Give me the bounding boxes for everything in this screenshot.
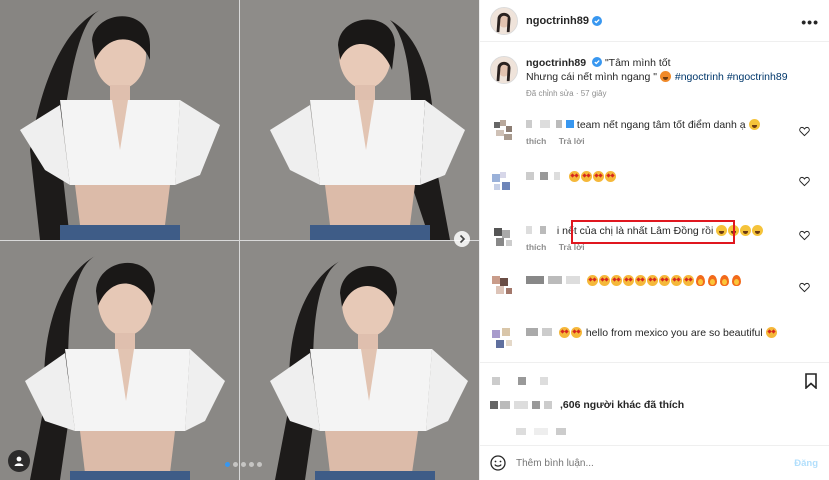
liker-avatars <box>490 401 552 409</box>
highlight-annotation <box>571 220 735 244</box>
likes-summary[interactable]: ,606 người khác đã thích <box>490 399 820 411</box>
caption-line-1: "Tâm mình tốt <box>604 57 671 69</box>
edited-timestamp: Đã chỉnh sửa · 57 giây <box>526 89 607 98</box>
comment-body <box>526 170 820 184</box>
avatar[interactable] <box>490 224 516 250</box>
emoji <box>748 119 760 130</box>
emoji <box>740 225 752 236</box>
comment-like-button[interactable]: thích <box>526 242 546 252</box>
blurred-username <box>526 276 580 284</box>
emoji <box>634 275 646 286</box>
post-comment-button[interactable]: Đăng <box>794 458 818 469</box>
emoji <box>707 275 718 286</box>
emoji <box>646 275 658 286</box>
emoji <box>622 275 634 286</box>
post-photo-2[interactable] <box>240 0 479 240</box>
post-header: ngoctrinh89 ••• <box>480 0 829 42</box>
post-photo-1[interactable] <box>0 0 239 240</box>
avatar[interactable] <box>490 56 518 84</box>
comment-like-button[interactable]: thích <box>526 136 546 146</box>
carousel-dot <box>249 462 254 467</box>
comment-item: hello from mexico you are so beautiful <box>490 326 820 348</box>
emoji <box>719 275 730 286</box>
blurred-username <box>526 328 552 336</box>
caption-line-2: Nhưng cái nết mình ngang " <box>526 71 658 83</box>
hashtag-link[interactable]: #ngoctrinh <box>675 71 724 83</box>
chevron-right-icon <box>459 234 466 244</box>
comment-actions: thích Trả lời <box>526 136 820 146</box>
avatar[interactable] <box>490 170 516 196</box>
post-footer: ,606 người khác đã thích Đăng <box>480 362 829 472</box>
bookmark-icon[interactable] <box>804 373 818 389</box>
comment-item: team nết ngang tâm tốt điểm danh ạ thích… <box>490 118 820 146</box>
carousel-dot <box>233 462 238 467</box>
comment-body: team nết ngang tâm tốt điểm danh ạ <box>526 118 820 132</box>
avatar[interactable] <box>490 326 516 352</box>
emoji <box>568 171 580 182</box>
angry-face-emoji <box>659 71 671 82</box>
avatar[interactable] <box>490 6 518 35</box>
comment-item <box>490 274 820 294</box>
comment-body: hello from mexico you are so beautiful <box>526 326 820 340</box>
heart-icon[interactable] <box>799 230 810 241</box>
carousel-dot <box>257 462 262 467</box>
verified-icon <box>591 15 602 26</box>
avatar[interactable] <box>490 118 516 144</box>
more-icon[interactable]: ••• <box>801 14 819 30</box>
heart-icon[interactable] <box>799 126 810 137</box>
emoji <box>682 275 694 286</box>
smile-icon[interactable] <box>490 455 506 471</box>
user-tag-icon <box>14 456 24 466</box>
heart-icon[interactable] <box>799 282 810 293</box>
carousel-indicator <box>225 462 262 467</box>
post-photo-4[interactable] <box>240 241 479 480</box>
comment-input[interactable] <box>516 454 766 472</box>
emoji <box>610 275 622 286</box>
emoji <box>592 171 604 182</box>
emoji <box>670 275 682 286</box>
emoji <box>580 171 592 182</box>
carousel-dot <box>225 462 230 467</box>
emoji <box>765 327 777 338</box>
post-username[interactable]: ngoctrinh89 <box>526 15 589 27</box>
blurred-username <box>526 226 546 234</box>
emoji <box>695 275 706 286</box>
comment-text: team nết ngang tâm tốt điểm danh ạ <box>576 119 746 131</box>
post-photo-3[interactable] <box>0 241 239 480</box>
comment-body <box>526 274 820 288</box>
likes-text: ,606 người khác đã thích <box>560 399 685 411</box>
comment-item <box>490 170 820 190</box>
blurred-timestamp <box>516 428 566 435</box>
emoji <box>752 225 764 236</box>
user-tag-button[interactable] <box>8 450 30 472</box>
emoji <box>604 171 616 182</box>
add-comment-bar: Đăng <box>480 445 829 480</box>
heart-icon[interactable] <box>799 176 810 187</box>
post-media <box>0 0 479 480</box>
comment-text: hello from mexico you are so beautiful <box>585 327 763 339</box>
caption-username[interactable]: ngoctrinh89 <box>526 57 586 69</box>
emoji <box>658 275 670 286</box>
carousel-dot <box>241 462 246 467</box>
hashtag-link[interactable]: #ngoctrinh89 <box>727 71 788 83</box>
emoji <box>731 275 742 286</box>
carousel-next-button[interactable] <box>454 231 470 247</box>
post-caption: ngoctrinh89 "Tâm mình tốt Nhưng cái nết … <box>490 56 820 98</box>
avatar[interactable] <box>490 274 516 300</box>
blurred-username <box>526 172 560 180</box>
blurred-username <box>526 120 574 128</box>
emoji <box>570 327 582 338</box>
blurred-action-icons <box>492 377 548 385</box>
verified-icon <box>592 57 603 67</box>
emoji <box>598 275 610 286</box>
comment-reply-button[interactable]: Trả lời <box>559 136 585 146</box>
emoji <box>558 327 570 338</box>
caption-text: ngoctrinh89 "Tâm mình tốt Nhưng cái nết … <box>526 56 820 84</box>
emoji <box>586 275 598 286</box>
